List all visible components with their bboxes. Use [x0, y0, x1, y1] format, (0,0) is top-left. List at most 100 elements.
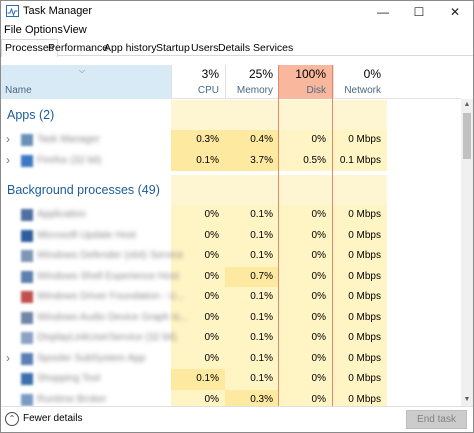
end-task-button[interactable]: End task	[406, 410, 467, 429]
disk-value: 0%	[279, 389, 332, 406]
memory-value: 0.1%	[225, 246, 279, 267]
expand-chevron-icon[interactable]: ›	[6, 132, 10, 146]
process-list: Apps (2) 0.3% 0.4% 0% 0 Mbps › Task Manager 0.1…	[1, 100, 461, 406]
expand-chevron-icon[interactable]: ›	[6, 351, 10, 365]
cpu-value: 0.1%	[171, 150, 225, 171]
column-header-name[interactable]: ⌵ Name	[1, 65, 171, 99]
fewer-details-link[interactable]: Fewer details	[23, 413, 82, 424]
memory-value: 0.1%	[225, 205, 279, 226]
process-icon	[21, 373, 33, 385]
disk-value: 0%	[279, 130, 332, 151]
disk-value: 0%	[279, 287, 332, 308]
column-header-memory[interactable]: 25% Memory	[225, 65, 279, 99]
cpu-value: 0%	[171, 266, 225, 287]
network-total: 0%	[363, 67, 381, 81]
scrollbar-thumb[interactable]	[463, 113, 471, 159]
disk-value: 0.5%	[279, 150, 332, 171]
memory-value: 0.4%	[225, 130, 279, 151]
process-icon	[21, 393, 33, 406]
group-title: Background processes (49)	[7, 183, 160, 197]
table-row[interactable]: 0% 0.1% 0% 0 Mbps DisplayLinkUserService (32…	[1, 328, 461, 349]
column-header-cpu[interactable]: 3% CPU	[171, 65, 225, 99]
column-header-row: ⌵ Name 3% CPU 25% Memory 100% Disk 0% Ne…	[1, 65, 461, 99]
process-name: Windows Audio Device Graph Is...	[37, 311, 189, 323]
minimize-button[interactable]: —	[365, 1, 401, 22]
table-row[interactable]: 0% 0.1% 0% 0 Mbps Windows Defender (x64) Ser…	[1, 246, 461, 267]
disk-label: Disk	[306, 85, 326, 96]
table-row[interactable]: 0% 0.1% 0% 0 Mbps Windows Driver Foundation …	[1, 287, 461, 308]
memory-value: 0.1%	[225, 369, 279, 390]
process-icon	[21, 291, 33, 303]
disk-value: 0%	[279, 369, 332, 390]
table-row[interactable]: 0% 0.7% 0% 0 Mbps Windows Shell Experience H…	[1, 266, 461, 287]
process-icon	[21, 154, 33, 167]
memory-value: 0.1%	[225, 307, 279, 328]
process-name: Windows Shell Experience Host	[37, 270, 179, 282]
close-button[interactable]: ✕	[437, 1, 473, 22]
column-header-network[interactable]: 0% Network	[333, 65, 387, 99]
tab-bar: Processes Performance App history Startu…	[1, 39, 473, 57]
menu-bar: File Options View	[1, 22, 473, 38]
column-name-label: Name	[5, 85, 32, 96]
cpu-value: 0%	[171, 348, 225, 369]
cpu-value: 0%	[171, 389, 225, 406]
cpu-total: 3%	[201, 67, 219, 81]
cpu-value: 0%	[171, 225, 225, 246]
group-background-processes[interactable]: Background processes (49)	[1, 175, 461, 205]
cpu-value: 0.1%	[171, 369, 225, 390]
scroll-down-arrow-icon[interactable]: ▼	[461, 394, 473, 406]
table-row[interactable]: 0% 0.1% 0% 0 Mbps Windows Audio Device Graph…	[1, 307, 461, 328]
cpu-value: 0%	[171, 205, 225, 226]
tab-services[interactable]: Services	[249, 39, 297, 56]
vertical-scrollbar[interactable]: ▲ ▼	[461, 99, 473, 406]
table-row[interactable]: 0% 0.1% 0% 0 Mbps Microsoft Update Host	[1, 225, 461, 246]
process-name: Windows Defender (x64) Service	[37, 250, 184, 261]
process-icon	[21, 332, 33, 344]
menu-file[interactable]: File	[4, 24, 22, 36]
cpu-label: CPU	[197, 85, 219, 96]
process-name: DisplayLinkUserService (32 bit)	[37, 332, 177, 343]
table-row[interactable]: 0% 0.1% 0% 0 Mbps › Spooler SubSystem App	[1, 348, 461, 369]
process-icon	[21, 352, 33, 365]
memory-value: 0.1%	[225, 328, 279, 349]
column-header-disk[interactable]: 100% Disk	[278, 65, 333, 99]
network-label: Network	[344, 85, 381, 96]
memory-label: Memory	[236, 85, 273, 96]
process-name: Shopping Tool	[37, 373, 101, 384]
task-manager-icon	[6, 5, 19, 17]
table-row[interactable]: 0% 0.1% 0% 0 Mbps Application	[1, 205, 461, 226]
scroll-up-arrow-icon[interactable]: ▲	[461, 99, 473, 111]
process-icon	[21, 209, 33, 221]
process-name: Microsoft Update Host	[37, 229, 136, 241]
process-icon	[21, 311, 33, 324]
menu-options[interactable]: Options	[25, 24, 63, 36]
table-row[interactable]: 0.1% 3.7% 0.5% 0.1 Mbps › Firefox (32 bit)	[1, 150, 461, 171]
process-name: Windows Driver Foundation - U...	[37, 291, 185, 302]
expand-chevron-icon[interactable]: ›	[6, 153, 10, 167]
process-name: Application	[37, 209, 86, 220]
network-value: 0 Mbps	[332, 369, 387, 390]
table-row[interactable]: 0% 0.3% 0% 0 Mbps Runtime Broker	[1, 389, 461, 406]
process-name: Task Manager	[37, 134, 100, 145]
memory-value: 0.1%	[225, 287, 279, 308]
process-icon	[21, 250, 33, 262]
table-row[interactable]: 0.1% 0.1% 0% 0 Mbps Shopping Tool	[1, 369, 461, 390]
memory-value: 0.1%	[225, 225, 279, 246]
maximize-button[interactable]: ☐	[401, 1, 437, 22]
menu-view[interactable]: View	[63, 24, 87, 36]
memory-total: 25%	[248, 67, 273, 81]
network-value: 0 Mbps	[332, 307, 387, 328]
process-name: Runtime Broker	[37, 393, 107, 405]
group-apps[interactable]: Apps (2)	[1, 100, 461, 130]
chevron-up-circle-icon[interactable]: ⌃	[5, 412, 19, 426]
process-name: Firefox (32 bit)	[37, 154, 102, 166]
memory-value: 0.7%	[225, 266, 279, 287]
table-row[interactable]: 0.3% 0.4% 0% 0 Mbps › Task Manager	[1, 130, 461, 151]
title-bar[interactable]: Task Manager — ☐ ✕	[1, 1, 473, 22]
process-icon	[21, 229, 33, 242]
disk-value: 0%	[279, 348, 332, 369]
disk-total: 100%	[295, 67, 326, 81]
cpu-value: 0.3%	[171, 130, 225, 151]
disk-value: 0%	[279, 225, 332, 246]
network-value: 0.1 Mbps	[332, 150, 387, 171]
